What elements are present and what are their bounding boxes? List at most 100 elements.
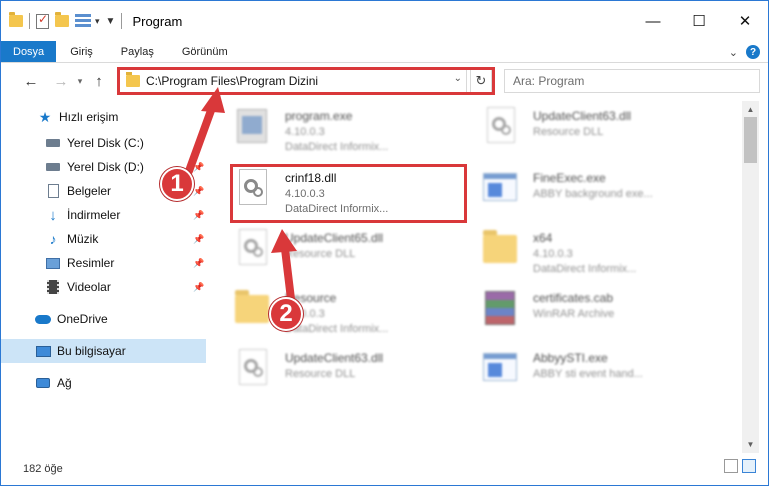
star-icon: ★ [38,108,52,125]
exe-icon [481,347,523,393]
tab-gorunum[interactable]: Görünüm [168,41,242,62]
tab-giris[interactable]: Giriş [56,41,107,62]
folder-icon[interactable] [9,12,23,27]
pin-icon[interactable]: 📌 [193,210,204,221]
sidebar-item-local-disk-c[interactable]: Yerel Disk (C:) [1,131,206,155]
large-icons-view-icon[interactable] [742,459,756,473]
file-name: UpdateClient63.dll [533,109,632,123]
sidebar-item-videos[interactable]: Videolar 📌 [1,275,206,299]
folder-icon [481,227,523,273]
file-detail: ABBY sti event hand... [533,368,643,380]
ribbon-right-icons: ⌄ ? [729,43,760,61]
file-detail: Resource DLL [285,368,356,380]
network-icon [35,375,51,391]
file-detail: WinRAR Archive [533,308,615,320]
tab-dosya[interactable]: Dosya [1,41,57,62]
customize-toolbar-icon[interactable]: ▼ [106,16,116,27]
ribbon-tabs: Dosya Giriş Paylaş Görünüm ⌄ ? [1,41,768,63]
file-detail: DataDirect Informix... [533,263,637,275]
file-detail: DataDirect Informix... [285,323,389,335]
pin-icon[interactable]: 📌 [193,162,204,173]
window-title: Program [132,13,183,29]
sidebar-item-onedrive[interactable]: OneDrive [1,307,206,331]
list-item[interactable]: UpdateClient63.dll Resource DLL [481,105,721,161]
scroll-thumb[interactable] [744,117,757,163]
sidebar-item-label: Ağ [57,376,72,390]
forward-arrow-icon[interactable]: → [49,69,73,93]
recent-locations-icon[interactable]: ▾ [73,69,87,93]
explorer-window: ▾ ▼ Program — ☐ ✕ Dosya Giriş Paylaş Gör… [0,0,769,486]
quick-access-toolbar: ▾ ▼ [1,1,123,41]
list-item[interactable]: UpdateClient65.dll Resource DLL [233,227,473,283]
callout-1: 1 [160,167,194,201]
file-list: program.exe 4.10.0.3 DataDirect Informix… [207,101,741,453]
back-arrow-icon[interactable]: ← [19,69,43,93]
expand-ribbon-icon[interactable]: ⌄ [729,46,738,59]
pin-icon[interactable]: 📌 [193,282,204,293]
drive-icon [45,159,61,175]
program-icon [233,105,275,151]
computer-icon [35,343,51,359]
file-detail: Resource DLL [533,126,604,138]
exe-icon [481,167,523,213]
download-icon: ↓ [49,206,57,224]
list-item[interactable]: AbbyySTI.exe ABBY sti event hand... [481,347,721,403]
pin-icon[interactable]: 📌 [193,258,204,269]
sidebar-item-music[interactable]: ♪ Müzik 📌 [1,227,206,251]
file-name: certificates.cab [533,291,614,305]
sidebar-item-label: Müzik [67,232,99,246]
list-item[interactable]: program.exe 4.10.0.3 DataDirect Informix… [233,105,473,161]
list-item[interactable]: FineExec.exe ABBY background exe... [481,167,721,223]
tab-paylas[interactable]: Paylaş [107,41,168,62]
file-name: program.exe [285,109,353,123]
search-input[interactable]: Ara: Program [504,69,760,93]
scroll-down-icon[interactable]: ▼ [742,436,759,453]
video-icon [45,279,61,295]
list-item[interactable]: certificates.cab WinRAR Archive [481,287,721,343]
properties-check-icon[interactable] [36,12,49,29]
sidebar-item-label: Yerel Disk (C:) [67,136,144,150]
file-detail: 4.10.0.3 [533,248,573,260]
vertical-scrollbar[interactable]: ▲ ▼ [742,101,759,453]
item-count: 182 öğe [23,463,63,475]
sidebar-item-network[interactable]: Ağ [1,371,206,395]
dll-icon [233,347,275,393]
list-item[interactable]: UpdateClient63.dll Resource DLL [233,347,473,403]
scroll-up-icon[interactable]: ▲ [742,101,759,118]
title-bar: ▾ ▼ Program — ☐ ✕ [1,1,768,41]
file-name: AbbyySTI.exe [533,351,608,365]
sidebar-item-this-pc[interactable]: Bu bilgisayar [1,339,206,363]
file-name: UpdateClient63.dll [285,351,384,365]
file-name: FineExec.exe [533,171,606,185]
documents-icon [45,183,61,199]
drive-icon [45,135,61,151]
file-name: Resource [285,291,337,305]
pin-icon[interactable]: 📌 [193,186,204,197]
maximize-button[interactable]: ☐ [676,1,722,41]
help-icon[interactable]: ? [746,45,760,59]
sidebar-item-pictures[interactable]: Resimler 📌 [1,251,206,275]
sidebar-item-label: Videolar [67,280,111,294]
toolbar-divider [121,13,123,29]
properties-list-icon[interactable] [75,14,91,28]
close-button[interactable]: ✕ [722,1,768,41]
cloud-icon [35,311,51,327]
address-highlight-box [117,67,495,95]
new-folder-icon[interactable] [55,12,69,27]
sidebar-item-label: Belgeler [67,184,112,198]
status-bar: 182 öğe [1,453,768,485]
sidebar-item-label: Bu bilgisayar [57,344,126,358]
caption-buttons: — ☐ ✕ [630,1,768,41]
pin-icon[interactable]: 📌 [193,234,204,245]
minimize-button[interactable]: — [630,1,676,41]
list-item[interactable]: x64 4.10.0.3 DataDirect Informix... [481,227,721,283]
sidebar-item-downloads[interactable]: ↓ İndirmeler 📌 [1,203,206,227]
up-arrow-icon[interactable]: ↑ [87,69,111,93]
file-highlight-box [230,164,467,223]
callout-2: 2 [269,297,303,331]
sidebar-item-quick-access[interactable]: ★ Hızlı erişim [1,105,206,129]
chevron-down-icon[interactable]: ▾ [95,16,100,27]
navigation-pane: ★ Hızlı erişim Yerel Disk (C:) Yerel Dis… [1,101,206,456]
toolbar-divider [29,13,30,29]
details-view-icon[interactable] [724,459,738,473]
